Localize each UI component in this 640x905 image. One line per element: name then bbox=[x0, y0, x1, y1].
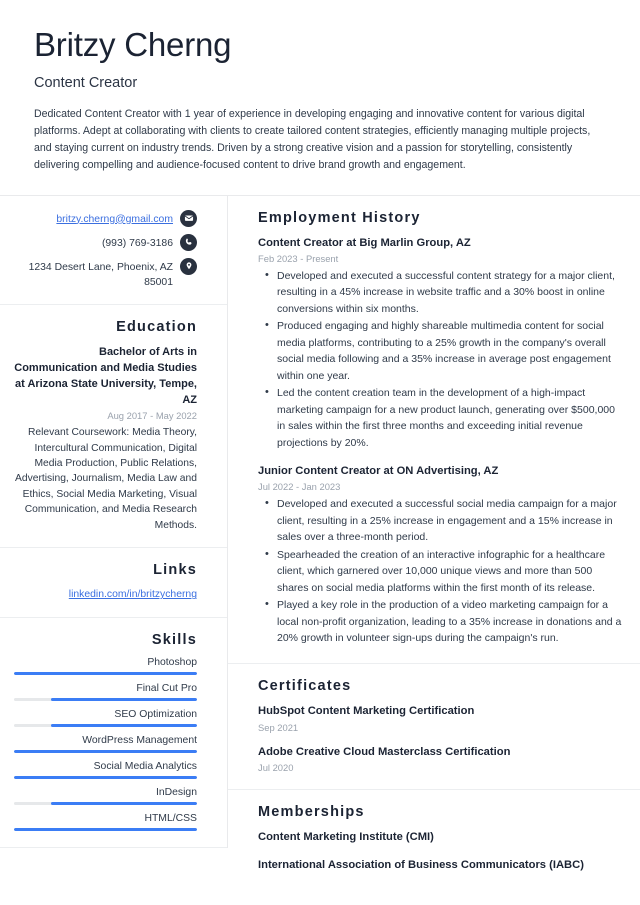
resume-header: Britzy Cherng Content Creator Dedicated … bbox=[0, 0, 640, 196]
skill-item: SEO Optimization bbox=[14, 709, 197, 727]
contact-email-text[interactable]: britzy.cherng@gmail.com bbox=[56, 210, 173, 227]
certificate-date: Jul 2020 bbox=[258, 761, 294, 773]
skill-label: SEO Optimization bbox=[114, 708, 197, 720]
contact-row-email[interactable]: britzy.cherng@gmail.com bbox=[14, 209, 197, 227]
skill-bar-track bbox=[14, 749, 197, 753]
contact-phone-text: (993) 769-3186 bbox=[101, 237, 173, 249]
skill-label: HTML/CSS bbox=[144, 812, 197, 824]
sidebar-column: britzy.cherng@gmail.com (993) 769-3186 1… bbox=[0, 195, 228, 848]
employment-heading: Employment History bbox=[258, 209, 421, 226]
skill-bar-fill bbox=[14, 775, 197, 779]
bullet-item: Led the content creation team in the dev… bbox=[265, 384, 624, 451]
contact-address-text: 1234 Desert Lane, Phoenix, AZ 85001 bbox=[28, 261, 173, 288]
skill-item: WordPress Management bbox=[14, 735, 197, 753]
skill-bar-fill bbox=[50, 723, 197, 727]
skill-bar-track bbox=[14, 723, 197, 727]
employment-date: Jul 2022 - Jan 2023 bbox=[258, 481, 341, 493]
education-heading: Education bbox=[116, 318, 197, 335]
bullet-item: Spearheaded the creation of an interacti… bbox=[265, 546, 624, 596]
employment-date: Feb 2023 - Present bbox=[258, 252, 339, 264]
skills-section: Skills Photoshop Final Cut Pro SEO Optim… bbox=[0, 618, 227, 848]
skill-bar-fill bbox=[14, 749, 197, 753]
memberships-section: Memberships Content Marketing Institute … bbox=[228, 790, 640, 889]
employment-title: Junior Content Creator at ON Advertising… bbox=[258, 465, 499, 477]
skill-bar-track bbox=[14, 671, 197, 675]
certificates-heading: Certificates bbox=[258, 678, 352, 695]
links-section: Links linkedin.com/in/britzycherng bbox=[0, 548, 227, 618]
employment-bullets: Developed and executed a successful cont… bbox=[258, 267, 624, 451]
skills-heading: Skills bbox=[151, 631, 197, 648]
professional-summary: Dedicated Content Creator with 1 year of… bbox=[34, 107, 591, 172]
skill-bar-fill bbox=[50, 801, 197, 805]
certificates-section: Certificates HubSpot Content Marketing C… bbox=[228, 664, 640, 790]
skill-label: InDesign bbox=[155, 786, 197, 798]
bullet-item: Produced engaging and highly shareable m… bbox=[265, 317, 624, 384]
resume-body: britzy.cherng@gmail.com (993) 769-3186 1… bbox=[0, 195, 640, 889]
certificate-name: HubSpot Content Marketing Certification bbox=[258, 705, 475, 718]
membership-item: International Association of Business Co… bbox=[258, 858, 584, 871]
contact-section: britzy.cherng@gmail.com (993) 769-3186 1… bbox=[0, 196, 227, 305]
bullet-item: Played a key role in the production of a… bbox=[265, 596, 624, 646]
contact-row-address: 1234 Desert Lane, Phoenix, AZ 85001 bbox=[14, 257, 197, 290]
envelope-icon bbox=[180, 209, 197, 227]
skill-bar-track bbox=[14, 697, 197, 701]
main-column: Employment History Content Creator at Bi… bbox=[228, 196, 640, 889]
skill-bar-fill bbox=[50, 697, 197, 701]
skill-bar-track bbox=[14, 801, 197, 805]
link-item-linkedin[interactable]: linkedin.com/in/britzycherng bbox=[14, 587, 197, 603]
candidate-name: Britzy Cherng bbox=[34, 26, 232, 63]
location-pin-icon bbox=[180, 257, 197, 275]
skill-item: InDesign bbox=[14, 787, 197, 805]
skill-item: Photoshop bbox=[14, 657, 197, 675]
bullet-item: Developed and executed a successful cont… bbox=[265, 267, 624, 317]
skill-item: HTML/CSS bbox=[14, 813, 197, 831]
certificate-date: Sep 2021 bbox=[258, 721, 299, 733]
resume-page: Britzy Cherng Content Creator Dedicated … bbox=[0, 0, 640, 905]
skill-bar-fill bbox=[14, 671, 197, 675]
links-heading: Links bbox=[153, 562, 197, 579]
skill-label: Photoshop bbox=[147, 656, 197, 668]
employment-title: Content Creator at Big Marlin Group, AZ bbox=[258, 236, 471, 249]
education-date: Aug 2017 - May 2022 bbox=[107, 410, 197, 422]
membership-item: Content Marketing Institute (CMI) bbox=[258, 830, 434, 843]
employment-bullets: Developed and executed a successful soci… bbox=[258, 495, 624, 646]
certificate-entry: Adobe Creative Cloud Masterclass Certifi… bbox=[258, 745, 624, 773]
skill-label: Final Cut Pro bbox=[136, 682, 197, 694]
skill-bar-fill bbox=[14, 827, 197, 831]
skill-bar-track bbox=[14, 775, 197, 779]
certificate-entry: HubSpot Content Marketing Certification … bbox=[258, 704, 624, 732]
education-degree: Bachelor of Arts in Communication and Me… bbox=[14, 345, 197, 407]
phone-icon bbox=[180, 233, 197, 251]
education-description: Relevant Coursework: Media Theory, Inter… bbox=[14, 427, 197, 531]
skill-bar-track bbox=[14, 827, 197, 831]
skill-label: Social Media Analytics bbox=[93, 760, 197, 772]
contact-row-phone[interactable]: (993) 769-3186 bbox=[14, 233, 197, 251]
certificate-name: Adobe Creative Cloud Masterclass Certifi… bbox=[258, 745, 511, 758]
employment-entry: Content Creator at Big Marlin Group, AZ … bbox=[258, 236, 624, 451]
skill-label: WordPress Management bbox=[82, 734, 197, 746]
memberships-heading: Memberships bbox=[258, 803, 365, 820]
employment-section: Employment History Content Creator at Bi… bbox=[228, 196, 640, 665]
bullet-item: Developed and executed a successful soci… bbox=[265, 495, 624, 545]
employment-entry: Junior Content Creator at ON Advertising… bbox=[258, 464, 624, 646]
skill-item: Final Cut Pro bbox=[14, 683, 197, 701]
candidate-job-title: Content Creator bbox=[34, 74, 138, 91]
education-section: Education Bachelor of Arts in Communicat… bbox=[0, 305, 227, 549]
skill-item: Social Media Analytics bbox=[14, 761, 197, 779]
